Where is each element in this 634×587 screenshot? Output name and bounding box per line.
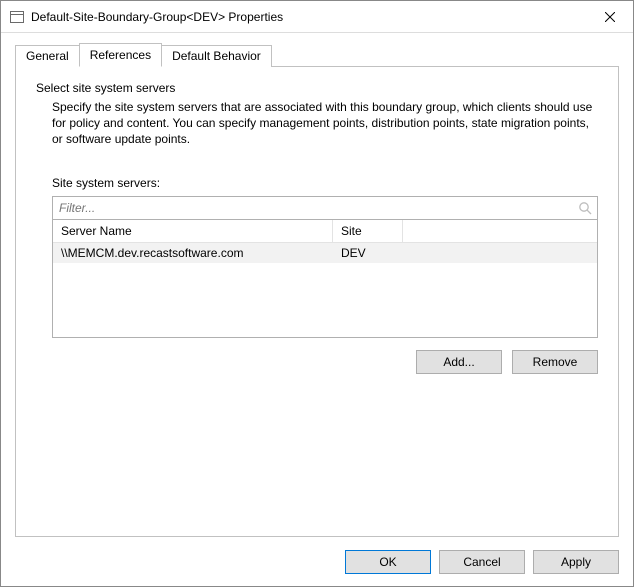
button-label: Apply xyxy=(561,555,591,569)
cell-site: DEV xyxy=(333,243,403,263)
column-header-server-name[interactable]: Server Name xyxy=(53,220,333,242)
section-description: Specify the site system servers that are… xyxy=(52,99,598,148)
button-label: Add... xyxy=(443,355,474,369)
filter-input[interactable] xyxy=(53,197,573,219)
cell-server-name: \\MEMCM.dev.recastsoftware.com xyxy=(53,243,333,263)
button-label: Cancel xyxy=(463,555,500,569)
filter-box xyxy=(52,196,598,220)
remove-button[interactable]: Remove xyxy=(512,350,598,374)
dialog-body: General References Default Behavior Sele… xyxy=(1,33,633,538)
button-label: Remove xyxy=(533,355,578,369)
table-row[interactable]: \\MEMCM.dev.recastsoftware.com DEV xyxy=(53,243,597,263)
tab-panel-references: Select site system servers Specify the s… xyxy=(15,66,619,537)
cancel-button[interactable]: Cancel xyxy=(439,550,525,574)
list-label: Site system servers: xyxy=(52,176,598,190)
servers-grid[interactable]: Server Name Site \\MEMCM.dev.recastsoftw… xyxy=(52,220,598,338)
title-bar: Default-Site-Boundary-Group<DEV> Propert… xyxy=(1,1,633,33)
tab-label: References xyxy=(90,48,151,62)
grid-header-row: Server Name Site xyxy=(53,220,597,243)
tab-label: General xyxy=(26,49,69,63)
window-title: Default-Site-Boundary-Group<DEV> Propert… xyxy=(31,10,587,24)
window-icon xyxy=(9,9,25,25)
button-label: OK xyxy=(379,555,396,569)
dialog-footer: OK Cancel Apply xyxy=(1,538,633,586)
apply-button[interactable]: Apply xyxy=(533,550,619,574)
tab-strip: General References Default Behavior xyxy=(15,43,619,67)
tab-references[interactable]: References xyxy=(79,43,162,67)
tab-general[interactable]: General xyxy=(15,45,80,67)
tab-label: Default Behavior xyxy=(172,49,261,63)
close-button[interactable] xyxy=(587,1,633,33)
tab-default-behavior[interactable]: Default Behavior xyxy=(161,45,272,67)
add-button[interactable]: Add... xyxy=(416,350,502,374)
column-header-site[interactable]: Site xyxy=(333,220,403,242)
close-icon xyxy=(605,12,615,22)
grid-buttons: Add... Remove xyxy=(52,350,598,374)
search-icon xyxy=(573,201,597,215)
ok-button[interactable]: OK xyxy=(345,550,431,574)
section-heading: Select site system servers xyxy=(36,81,598,95)
